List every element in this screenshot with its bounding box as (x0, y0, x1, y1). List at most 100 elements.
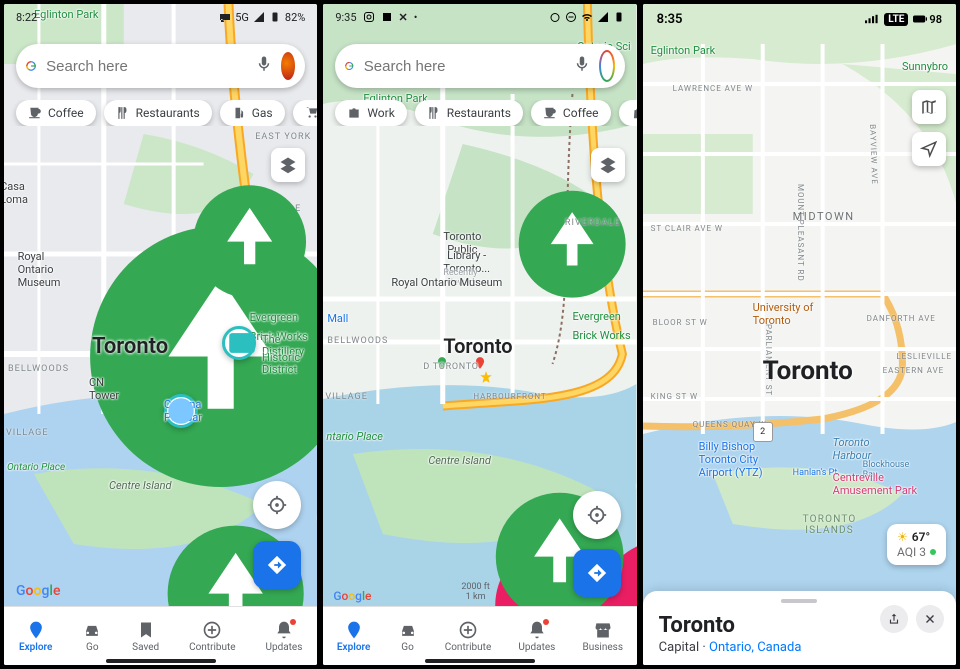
chip-restaurants[interactable]: Restaurants (415, 100, 523, 126)
car-icon (82, 620, 102, 640)
drag-handle[interactable] (781, 599, 817, 603)
tab-business[interactable]: Business (583, 620, 623, 653)
battery-icon (269, 11, 281, 23)
street-stclair: ST CLAIR AVE W (651, 224, 723, 233)
tab-saved[interactable]: Saved (132, 620, 159, 653)
tab-explore[interactable]: Explore (19, 620, 52, 653)
star-icon[interactable] (479, 370, 493, 384)
tab-bar: Explore Go Contribute Updates Business (323, 606, 636, 665)
street-mtpleasant: MOUNT PLEASANT RD (796, 184, 805, 282)
layers-button[interactable] (591, 148, 625, 182)
chip-work[interactable]: Work (335, 100, 406, 126)
city-label: Toronto (92, 334, 168, 359)
locate-button[interactable] (253, 481, 301, 529)
tab-contribute[interactable]: Contribute (445, 620, 492, 653)
poi-eglinton-park[interactable]: Eglinton Park (651, 44, 716, 57)
do-not-disturb-icon (565, 11, 577, 23)
search-bar[interactable] (16, 44, 305, 88)
mic-button[interactable] (573, 55, 591, 77)
coffee-icon (543, 106, 557, 120)
avatar[interactable] (599, 50, 615, 82)
map-canvas[interactable]: LAWRENCE AVE W ST CLAIR AVE W BLOOR ST W… (643, 4, 956, 665)
alarm-icon (549, 11, 561, 23)
search-bar[interactable] (335, 44, 624, 88)
poi-distillery[interactable]: The Distillery Historic District (222, 326, 262, 360)
search-input[interactable] (362, 57, 565, 76)
status-battery: 98 (913, 12, 942, 26)
chip-restaurants[interactable]: Restaurants (104, 100, 212, 126)
label-midtown: MIDTOWN (793, 210, 855, 223)
scale-bar: 2000 ft 1 km (461, 583, 490, 603)
label-toronto-islands: TORONTO ISLANDS (803, 514, 857, 536)
street-king: KING ST W (651, 392, 698, 401)
pin-icon (26, 620, 46, 640)
coffee-icon (28, 106, 42, 120)
poi-mall[interactable]: Mall (327, 312, 348, 325)
home-handle[interactable] (425, 659, 535, 663)
chip-groceries[interactable]: Groceries (293, 100, 318, 126)
car-icon (398, 620, 418, 640)
locate-button[interactable] (573, 491, 621, 539)
status-bar: 9:35 ✕ • (323, 4, 636, 30)
restaurant-icon (427, 106, 441, 120)
home-handle[interactable] (106, 659, 216, 663)
tab-updates[interactable]: Updates (265, 620, 302, 653)
place-card[interactable]: Toronto Capital · Ontario, Canada (643, 591, 956, 665)
status-bar: 8:35 LTE 98 (643, 4, 956, 34)
tree-pin-icon (182, 174, 317, 309)
poi-rom[interactable]: Royal Ontario Museum (391, 276, 502, 289)
category-chips: Work Restaurants Coffee Shopping (323, 100, 636, 126)
wifi-icon (581, 11, 593, 23)
mic-button[interactable] (255, 55, 273, 77)
label-toronto-harbour: Toronto Harbour (833, 436, 872, 462)
poi-ontario-place[interactable]: ntario Place (326, 430, 383, 443)
tab-go[interactable]: Go (398, 620, 418, 653)
close-icon (923, 612, 937, 626)
battery-icon (613, 11, 625, 23)
poi-evergreen[interactable]: Evergreen Brick Works (508, 180, 636, 329)
card-region-link[interactable]: Ontario, Canada (709, 640, 801, 655)
poi-cabana[interactable]: Cabana Poolbar (164, 394, 198, 428)
chip-shopping[interactable]: Shopping (619, 100, 637, 126)
poi-sunnybrook[interactable]: Sunnybro (902, 60, 948, 73)
bag-icon (631, 106, 637, 120)
signal-icon (253, 11, 265, 23)
label-riverdale: RIVERDALE (565, 218, 621, 228)
poi-evergreen[interactable]: Evergreen Brick Works (182, 174, 317, 330)
tab-go[interactable]: Go (82, 620, 102, 653)
poi-ontario-place[interactable]: Ontario Place (7, 462, 65, 473)
street-bloor: BLOOR ST W (653, 318, 708, 327)
app-icon (381, 11, 393, 23)
chip-gas[interactable]: Gas (220, 100, 285, 126)
status-bar: 8:22 5G 82% (4, 4, 317, 30)
tree-pin-icon (508, 180, 636, 308)
restaurant-icon (116, 106, 130, 120)
street-eastern: EASTERN AVE (883, 366, 945, 375)
tab-contribute[interactable]: Contribute (189, 620, 236, 653)
status-time: 8:22 (16, 11, 37, 24)
label-east-york: EAST YORK (255, 132, 311, 142)
map-mode-button[interactable] (912, 90, 946, 124)
label-leslieville: LESLIEVILLE (896, 352, 952, 361)
share-button[interactable] (880, 605, 908, 633)
directions-icon (586, 562, 608, 584)
weather-widget[interactable]: ☀67° AQI 3 (887, 524, 946, 565)
search-input[interactable] (44, 57, 247, 76)
directions-button[interactable] (253, 541, 301, 589)
layers-button[interactable] (271, 148, 305, 182)
signal-icon (597, 11, 609, 23)
directions-button[interactable] (573, 549, 621, 597)
poi-centre-island[interactable]: Centre Island (109, 479, 172, 492)
notification-dot (290, 619, 296, 625)
chip-coffee[interactable]: Coffee (16, 100, 96, 126)
weather-temp: 67° (912, 530, 930, 544)
tab-explore[interactable]: Explore (337, 620, 370, 653)
tab-updates[interactable]: Updates (518, 620, 555, 653)
chip-coffee[interactable]: Coffee (531, 100, 611, 126)
poi-centre-island[interactable]: Centre Island (428, 454, 491, 467)
close-button[interactable] (916, 605, 944, 633)
plus-circle-icon (202, 620, 222, 640)
location-arrow-icon (920, 140, 938, 158)
avatar[interactable] (281, 52, 295, 80)
locate-button[interactable] (912, 132, 946, 166)
